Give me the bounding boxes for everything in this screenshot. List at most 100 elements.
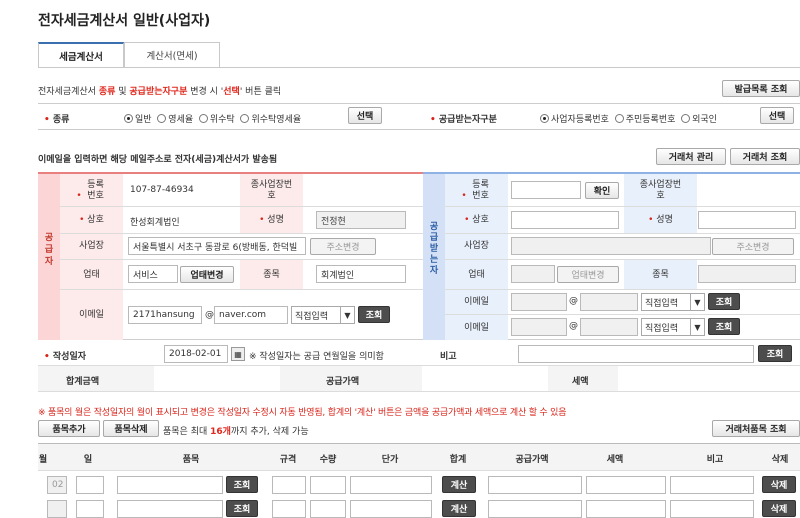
row-tax-field[interactable]	[586, 500, 666, 518]
col-day: 일	[83, 455, 93, 465]
row-qty-field[interactable]	[310, 500, 346, 518]
supplier-address-change-button[interactable]: 주소변경	[310, 238, 376, 255]
grid-line	[60, 259, 423, 260]
row-month-field[interactable]	[47, 500, 67, 518]
delete-item-button[interactable]: 품목삭제	[103, 420, 159, 437]
kind-label: • 종류	[44, 115, 70, 125]
row-remark-field[interactable]	[670, 476, 754, 494]
kind-option-consignment-zero[interactable]: 위수탁영세율	[240, 114, 301, 125]
row-supply-field[interactable]	[488, 500, 582, 518]
grid-line	[60, 233, 423, 234]
row-unit-price-field[interactable]	[350, 500, 432, 518]
supplier-email-at: @	[205, 310, 214, 320]
row-spec-field[interactable]	[272, 476, 306, 494]
buyer-item-label: 종목	[652, 270, 669, 280]
buyer-name-field[interactable]	[511, 211, 619, 229]
partner-search-button[interactable]: 거래처 조회	[730, 148, 800, 165]
buyer-email2-id-field[interactable]	[511, 318, 567, 336]
buyer-address-field[interactable]	[511, 237, 711, 255]
buyer-name-label: • 상호	[464, 215, 489, 225]
buyer-email-at: @	[569, 296, 578, 306]
row-item-field[interactable]	[117, 476, 223, 494]
kind-select-button[interactable]: 선택	[348, 107, 382, 124]
page-title: 전자세금계산서 일반(사업자)	[38, 13, 211, 29]
buyer-email-domain-field[interactable]	[580, 293, 638, 311]
supplier-address-field[interactable]: 서울특별시 서초구 동광로 6(방배동, 한덕빌	[128, 237, 306, 255]
buyer-confirm-button[interactable]: 확인	[585, 182, 619, 199]
buyer-email2-search-button[interactable]: 조회	[708, 318, 740, 335]
email-notice: 이메일을 입력하면 해당 메일주소로 전자(세금)계산서가 발송됨	[38, 155, 278, 165]
supplier-rep-field[interactable]: 전정현	[316, 211, 406, 229]
change-notice: 전자세금계산서 종류 및 공급받는자구분 변경 시 '선택' 버튼 클릭	[38, 87, 282, 97]
buyer-rep-field[interactable]	[698, 211, 796, 229]
receiver-type-label: • 공급받는자구분	[430, 115, 497, 125]
buyer-email2-label: 이메일	[464, 323, 489, 333]
supplier-biz-type-change-button[interactable]: 업태변경	[180, 266, 234, 283]
supplier-email-label: 이메일	[79, 310, 104, 320]
supplier-item-field[interactable]: 회계법인	[316, 265, 406, 283]
chevron-down-icon: ▼	[340, 307, 354, 323]
add-item-button[interactable]: 품목추가	[38, 420, 100, 437]
row-supply-field[interactable]	[488, 476, 582, 494]
buyer-biz-type-field[interactable]	[511, 265, 555, 283]
calendar-icon[interactable]: ▦	[231, 347, 245, 361]
supplier-side-label: 공급자	[44, 233, 54, 267]
row-remark-field[interactable]	[670, 500, 754, 518]
buyer-address-change-button[interactable]: 주소변경	[712, 238, 794, 255]
col-month: 월	[38, 455, 48, 465]
buyer-reg-no-field[interactable]	[511, 181, 581, 199]
supplier-domain-select[interactable]: 직접입력 ▼	[291, 306, 355, 324]
row-calc-button[interactable]: 계산	[442, 476, 476, 493]
buyer-domain-select[interactable]: 직접입력 ▼	[641, 293, 705, 311]
supplier-rep-label: • 성명	[259, 215, 284, 225]
tab-tax-invoice[interactable]: 세금계산서	[38, 42, 124, 68]
receiver-option-business[interactable]: 사업자등록번호	[540, 114, 609, 125]
col-item: 품목	[182, 455, 200, 465]
supplier-email-domain-field[interactable]: naver.com	[214, 306, 288, 324]
supplier-reg-no: 107-87-46934	[130, 185, 194, 195]
partner-manage-button[interactable]: 거래처 관리	[656, 148, 726, 165]
kind-options: 일반 영세율 위수탁 위수탁영세율	[124, 112, 301, 125]
row-tax-field[interactable]	[586, 476, 666, 494]
buyer-email-search-button[interactable]: 조회	[708, 293, 740, 310]
buyer-side-label: 공급받는자	[429, 222, 439, 276]
row-day-field[interactable]	[76, 500, 104, 518]
supplier-biz-type-label: 업태	[83, 270, 100, 280]
buyer-domain-select-2[interactable]: 직접입력 ▼	[641, 318, 705, 336]
receiver-option-foreigner[interactable]: 외국인	[681, 114, 717, 125]
buyer-biz-type-label: 업태	[468, 270, 485, 280]
receiver-option-resident[interactable]: 주민등록번호	[614, 114, 675, 125]
row-month-field[interactable]: 02	[47, 476, 67, 494]
buyer-item-field[interactable]	[698, 265, 796, 283]
kind-option-general[interactable]: 일반	[124, 114, 152, 125]
supplier-name: 한성회계법인	[130, 218, 180, 228]
kind-option-zero-rate[interactable]: 영세율	[157, 114, 193, 125]
row-day-field[interactable]	[76, 476, 104, 494]
supplier-email-id-field[interactable]: 2171hansung	[128, 306, 202, 324]
tab-invoice-exempt[interactable]: 계산서(면세)	[124, 42, 220, 68]
row-unit-price-field[interactable]	[350, 476, 432, 494]
write-date-field[interactable]: 2018-02-01	[164, 345, 228, 363]
supplier-biz-type-field[interactable]: 서비스	[128, 265, 178, 283]
buyer-address-label: 사업장	[464, 241, 489, 251]
buyer-email-id-field[interactable]	[511, 293, 567, 311]
issue-list-button[interactable]: 발급목록 조회	[722, 80, 800, 97]
supplier-email-search-button[interactable]: 조회	[358, 306, 390, 323]
partner-item-search-button[interactable]: 거래처품목 조회	[712, 420, 800, 437]
buyer-email2-domain-field[interactable]	[580, 318, 638, 336]
buyer-biz-type-change-button[interactable]: 업태변경	[557, 266, 619, 283]
chevron-down-icon: ▼	[690, 319, 704, 335]
supplier-name-label: • 상호	[79, 215, 104, 225]
row-qty-field[interactable]	[310, 476, 346, 494]
receiver-select-button[interactable]: 선택	[760, 107, 794, 124]
receiver-options: 사업자등록번호 주민등록번호 외국인	[540, 112, 717, 125]
row-delete-button[interactable]: 삭제	[762, 476, 796, 493]
row-item-field[interactable]	[117, 500, 223, 518]
remark-field[interactable]	[518, 345, 754, 363]
row-spec-field[interactable]	[272, 500, 306, 518]
remark-search-button[interactable]: 조회	[758, 345, 792, 362]
grid-line	[60, 289, 423, 290]
row-item-search-button[interactable]: 조회	[226, 476, 258, 493]
kind-option-consignment[interactable]: 위수탁	[198, 114, 235, 125]
items-notice: ※ 품목의 월은 작성일자의 월이 표시되고 변경은 작성일자 수정시 자동 반…	[38, 408, 567, 418]
